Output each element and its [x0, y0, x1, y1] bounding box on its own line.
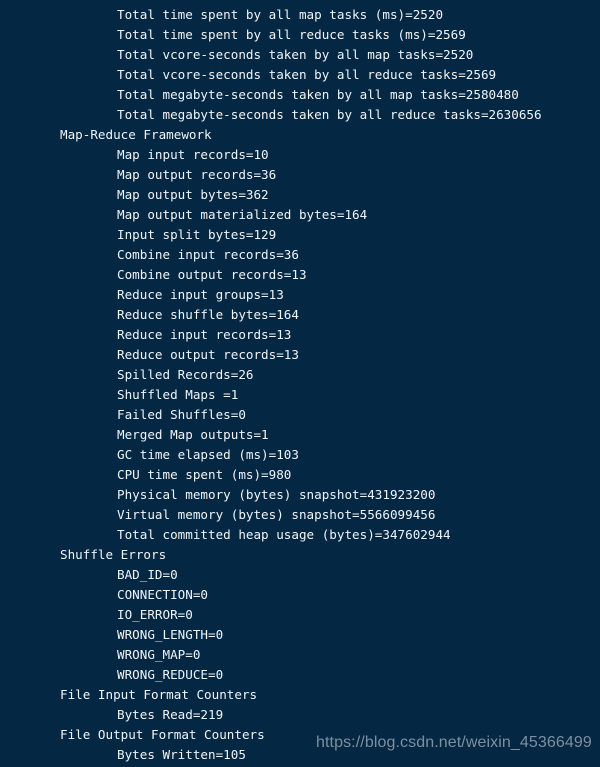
console-line: Virtual memory (bytes) snapshot=55660994…	[117, 507, 436, 522]
console-line: IO_ERROR=0	[117, 607, 193, 622]
console-line: Total vcore-seconds taken by all reduce …	[117, 67, 497, 82]
console-line: WRONG_LENGTH=0	[117, 627, 224, 642]
console-output: Total time spent by all map tasks (ms)=2…	[0, 5, 600, 765]
console-line: Bytes Written=105	[117, 747, 246, 762]
console-line: Total time spent by all map tasks (ms)=2…	[117, 7, 444, 22]
console-line: Total vcore-seconds taken by all map tas…	[117, 47, 474, 62]
console-line: Failed Shuffles=0	[117, 407, 246, 422]
console-line: Map input records=10	[117, 147, 269, 162]
console-line: Shuffled Maps =1	[117, 387, 239, 402]
console-line: Total megabyte-seconds taken by all redu…	[117, 107, 542, 122]
console-line: Total time spent by all reduce tasks (ms…	[117, 27, 466, 42]
console-line: Reduce output records=13	[117, 347, 299, 362]
console-line: Bytes Read=219	[117, 707, 224, 722]
console-line: Input split bytes=129	[117, 227, 277, 242]
console-line: Physical memory (bytes) snapshot=4319232…	[117, 487, 436, 502]
console-line: Reduce input groups=13	[117, 287, 284, 302]
console-line: Merged Map outputs=1	[117, 427, 269, 442]
console-line: Total megabyte-seconds taken by all map …	[117, 87, 519, 102]
console-line: Map-Reduce Framework	[60, 127, 212, 142]
console-line: Total committed heap usage (bytes)=34760…	[117, 527, 451, 542]
console-line: Combine output records=13	[117, 267, 307, 282]
console-line: Reduce input records=13	[117, 327, 292, 342]
console-line: File Output Format Counters	[60, 727, 265, 742]
console-line: CPU time spent (ms)=980	[117, 467, 292, 482]
console-line: Spilled Records=26	[117, 367, 254, 382]
console-line: GC time elapsed (ms)=103	[117, 447, 299, 462]
console-line: WRONG_MAP=0	[117, 647, 201, 662]
console-line: Shuffle Errors	[60, 547, 167, 562]
console-line: BAD_ID=0	[117, 567, 178, 582]
console-line: CONNECTION=0	[117, 587, 208, 602]
terminal-window: Total time spent by all map tasks (ms)=2…	[0, 0, 600, 767]
console-line: WRONG_REDUCE=0	[117, 667, 224, 682]
console-line: Reduce shuffle bytes=164	[117, 307, 299, 322]
console-line: Combine input records=36	[117, 247, 299, 262]
console-line: Map output bytes=362	[117, 187, 269, 202]
console-line: Map output records=36	[117, 167, 277, 182]
console-line: File Input Format Counters	[60, 687, 258, 702]
console-line: Map output materialized bytes=164	[117, 207, 368, 222]
